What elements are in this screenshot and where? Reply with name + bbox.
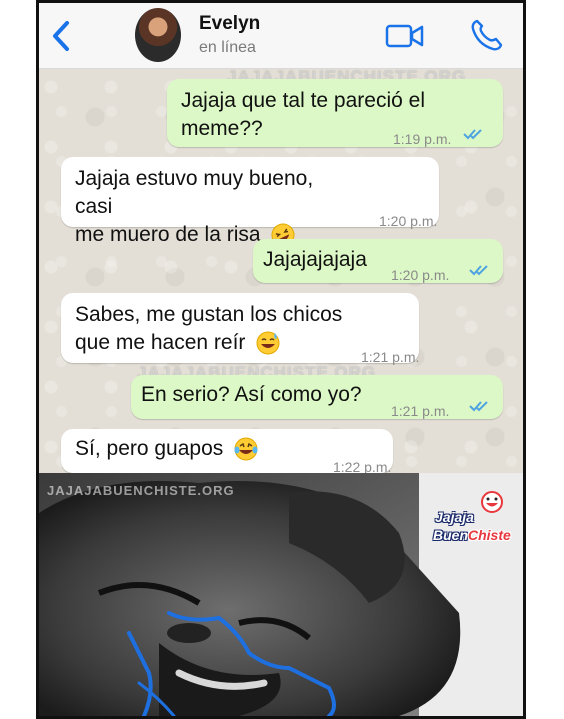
message-text: Sabes, me gustan los chicos que me hacen… [75, 301, 375, 357]
screenshot-frame: Evelyn en línea JAJAJABUENCHISTE.ORG JAJ… [36, 0, 526, 719]
logo-text-jajaja: Jajaja [435, 509, 474, 525]
logo-text-buen-chiste: BuenChiste [433, 527, 511, 543]
message-time: 1:21 p.m. [361, 349, 420, 365]
message-time: 1:21 p.m. [391, 403, 450, 419]
meme-image: JAJAJABUENCHISTE.ORG Jajaja BuenChiste [39, 473, 523, 716]
contact-status: en línea [199, 39, 256, 56]
laughing-mascot-icon [481, 491, 503, 513]
chat-area[interactable]: JAJAJABUENCHISTE.ORG JAJAJABUENCHISTE.OR… [39, 69, 523, 473]
read-ticks-icon [469, 265, 488, 276]
laughing-tears-emoji-icon [234, 437, 258, 461]
contact-name[interactable]: Evelyn [199, 13, 260, 35]
message-text: Sí, pero guapos [75, 435, 259, 463]
message-bubble-outgoing[interactable]: Jajaja que tal te pareció el meme?? 1:19… [167, 79, 503, 147]
message-time: 1:19 p.m. [393, 131, 452, 147]
back-arrow-icon[interactable] [47, 19, 75, 53]
message-bubble-outgoing[interactable]: Jajajajajaja 1:20 p.m. [253, 239, 503, 283]
message-bubble-incoming[interactable]: Sabes, me gustan los chicos que me hacen… [61, 293, 419, 365]
phone-call-icon[interactable] [469, 17, 503, 53]
message-time: 1:22 p.m. [333, 459, 392, 473]
message-bubble-incoming[interactable]: Jajaja estuvo muy bueno, casi me muero d… [61, 157, 439, 247]
video-call-icon[interactable] [385, 21, 425, 51]
read-ticks-icon [469, 401, 488, 412]
sweat-smile-emoji-icon [256, 331, 280, 355]
message-time: 1:20 p.m. [379, 213, 438, 229]
meme-watermark: JAJAJABUENCHISTE.ORG [47, 483, 235, 498]
message-text: Jajajajajaja [263, 248, 367, 271]
message-bubble-incoming[interactable]: Sí, pero guapos 1:22 p.m. [61, 429, 393, 473]
read-ticks-icon [463, 129, 482, 140]
chat-header: Evelyn en línea [39, 3, 523, 69]
message-text: En serio? Así como yo? [141, 383, 362, 406]
site-logo: Jajaja BuenChiste [431, 491, 517, 561]
message-text: Jajaja estuvo muy bueno, casi me muero d… [75, 165, 355, 249]
message-bubble-outgoing[interactable]: En serio? Así como yo? 1:21 p.m. [131, 375, 503, 419]
message-time: 1:20 p.m. [391, 267, 450, 283]
contact-avatar[interactable] [135, 8, 181, 62]
